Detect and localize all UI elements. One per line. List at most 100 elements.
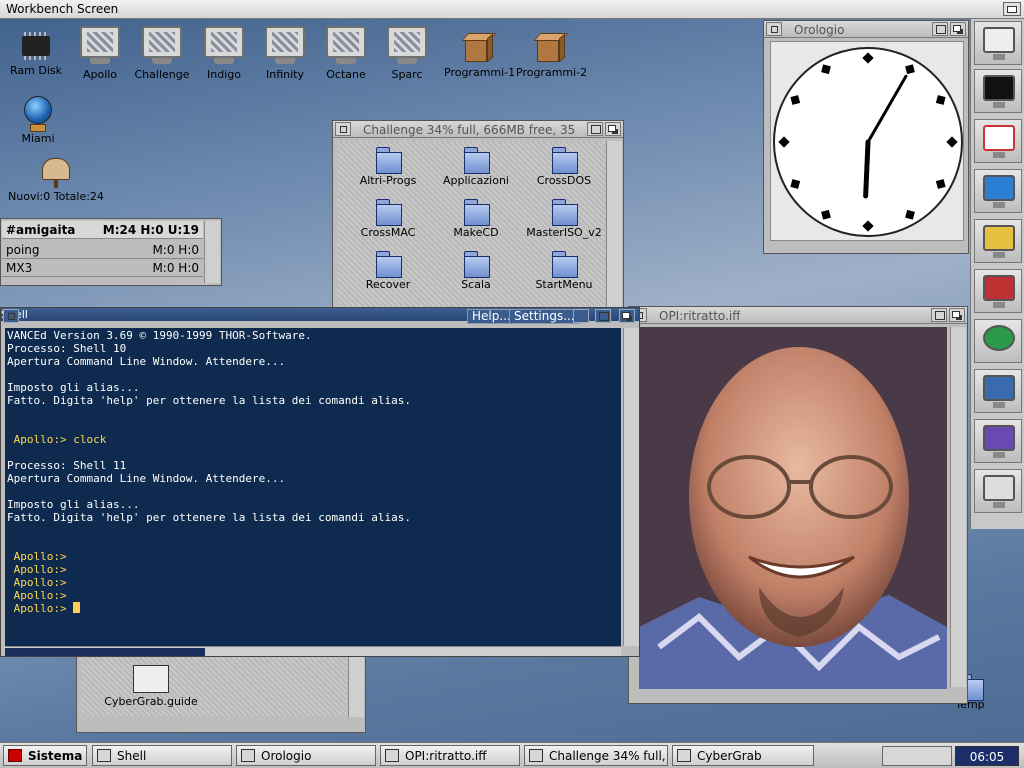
task-cybergrab[interactable]: CyberGrab (672, 745, 814, 766)
settings-button[interactable]: Settings... (509, 309, 580, 324)
monitor-icon (140, 26, 184, 66)
shell-window[interactable]: Shell Help... Settings... VANCEd Version… (0, 307, 640, 657)
console-line: Apertura Command Line Window. Attendere.… (7, 472, 286, 485)
system-tray[interactable] (882, 746, 952, 766)
zoom-gadget[interactable] (932, 22, 948, 36)
start-button[interactable]: Sistema (3, 745, 87, 766)
zoom-gadget[interactable] (595, 309, 611, 323)
screen-title-bar[interactable]: Workbench Screen (0, 0, 1024, 19)
screen-title: Workbench Screen (6, 2, 119, 16)
monitor-icon (324, 26, 368, 66)
list-item[interactable]: MX3 M:0 H:0 (2, 259, 203, 277)
folder-masteriso[interactable]: MasterISO_v2 (519, 197, 605, 239)
vertical-scrollbar[interactable] (623, 328, 639, 646)
desktop-icon-miami[interactable]: Miami (6, 94, 70, 145)
launcher-bar (970, 19, 1024, 529)
list-item[interactable]: poing M:0 H:0 (2, 241, 203, 259)
folder-altri-progs[interactable]: Altri-Progs (343, 145, 433, 187)
drawer-content: Altri-Progs Applicazioni CrossDOS CrossM… (337, 141, 605, 307)
console-line: Apollo:> (7, 576, 67, 589)
task-shell[interactable]: Shell (92, 745, 232, 766)
desktop-icon-challenge[interactable]: Challenge (130, 26, 194, 81)
task-orologio[interactable]: Orologio (236, 745, 376, 766)
monitor-icon (78, 26, 122, 66)
monitor-icon (385, 26, 429, 66)
desktop-icon-programmi-1[interactable]: Programmi-1 (444, 30, 515, 79)
irc-channel-list[interactable]: #amigaita M:24 H:0 U:19 poing M:0 H:0 MX… (0, 218, 222, 286)
folder-crossmac[interactable]: CrossMAC (343, 197, 433, 239)
scrollbar[interactable] (204, 221, 220, 283)
text-cursor (73, 602, 81, 613)
desktop-icon-indigo[interactable]: Indigo (192, 26, 256, 81)
launcher-mac-emulator-icon[interactable] (974, 469, 1022, 513)
launcher-search-icon[interactable] (974, 369, 1022, 413)
list-item[interactable]: #amigaita M:24 H:0 U:19 (2, 221, 203, 239)
depth-gadget[interactable] (605, 122, 621, 136)
depth-gadget[interactable] (950, 22, 966, 36)
folder-applicazioni[interactable]: Applicazioni (431, 145, 521, 187)
mailbox-icon (38, 152, 74, 188)
launcher-image-icon[interactable] (974, 419, 1022, 463)
task-opi-ritratto[interactable]: OPI:ritratto.iff (380, 745, 520, 766)
challenge-drawer-window[interactable]: Challenge 34% full, 666MB free, 35 Altri… (332, 120, 624, 312)
folder-recover[interactable]: Recover (343, 249, 433, 291)
box-icon (459, 30, 497, 64)
close-gadget[interactable] (766, 22, 782, 36)
folder-makecd[interactable]: MakeCD (431, 197, 521, 239)
desktop-icon-ram-disk[interactable]: Ram Disk (4, 30, 68, 77)
folder-scala[interactable]: Scala (431, 249, 521, 291)
zoom-gadget[interactable] (587, 122, 603, 136)
monitor-icon (202, 26, 246, 66)
system-icon (8, 749, 22, 762)
folder-icon (462, 249, 490, 278)
window-title-bar[interactable]: OPI:ritratto.iff (629, 307, 967, 324)
folder-startmenu[interactable]: StartMenu (519, 249, 605, 291)
folder-icon (374, 197, 402, 226)
desktop-icon-mail-counter[interactable]: Nuovi:0 Totale:24 (4, 152, 108, 203)
launcher-network-icon[interactable] (974, 269, 1022, 313)
desktop-icon-infinity[interactable]: Infinity (253, 26, 317, 81)
launcher-workbench-icon[interactable] (974, 169, 1022, 213)
hour-hand (863, 139, 871, 199)
analog-clock (773, 47, 963, 237)
console-line: Apertura Command Line Window. Attendere.… (7, 355, 286, 368)
launcher-editor-icon[interactable] (974, 119, 1022, 163)
window-icon (241, 749, 255, 762)
window-title-bar[interactable]: Orologio (764, 21, 968, 38)
zoom-gadget[interactable] (931, 308, 947, 322)
folder-icon (462, 197, 490, 226)
depth-gadget[interactable] (619, 309, 635, 323)
console-line: Apollo:> (7, 563, 67, 576)
scrollbar[interactable] (606, 141, 622, 309)
desktop-icon-octane[interactable]: Octane (314, 26, 378, 81)
task-challenge[interactable]: Challenge 34% full, (524, 745, 668, 766)
taskbar: Sistema Shell Orologio OPI:ritratto.iff … (0, 742, 1024, 768)
recycle-icon[interactable] (974, 319, 1022, 363)
window-title-bar[interactable]: Challenge 34% full, 666MB free, 35 (333, 121, 623, 138)
horizontal-scrollbar[interactable] (5, 646, 621, 656)
shell-console[interactable]: VANCEd Version 3.69 © 1990-1999 THOR-Sof… (5, 328, 621, 646)
window-title-bar[interactable]: Shell Help... Settings... (1, 308, 639, 324)
launcher-window-icon[interactable] (974, 21, 1022, 65)
clock-window[interactable]: Orologio (763, 20, 969, 254)
launcher-help-icon[interactable] (974, 219, 1022, 263)
scrollbar[interactable] (950, 327, 966, 687)
close-gadget[interactable] (335, 122, 351, 136)
screen-depth-gadget[interactable] (1003, 2, 1021, 16)
window-icon (385, 749, 399, 762)
launcher-terminal-icon[interactable] (974, 69, 1022, 113)
console-line: VANCEd Version 3.69 © 1990-1999 THOR-Sof… (7, 329, 312, 342)
iconify-gadget[interactable] (573, 309, 589, 323)
desktop-icon-programmi-2[interactable]: Programmi-2 (516, 30, 587, 79)
cybergrab-guide-file[interactable]: CyberGrab.guide (101, 665, 201, 708)
depth-gadget[interactable] (949, 308, 965, 322)
desktop-icon-sparc[interactable]: Sparc (375, 26, 439, 81)
window-icon (677, 749, 691, 762)
desktop-icon-apollo[interactable]: Apollo (68, 26, 132, 81)
image-viewer-window[interactable]: OPI:ritratto.iff (628, 306, 968, 704)
folder-crossdos[interactable]: CrossDOS (519, 145, 605, 187)
close-gadget[interactable] (3, 309, 19, 323)
